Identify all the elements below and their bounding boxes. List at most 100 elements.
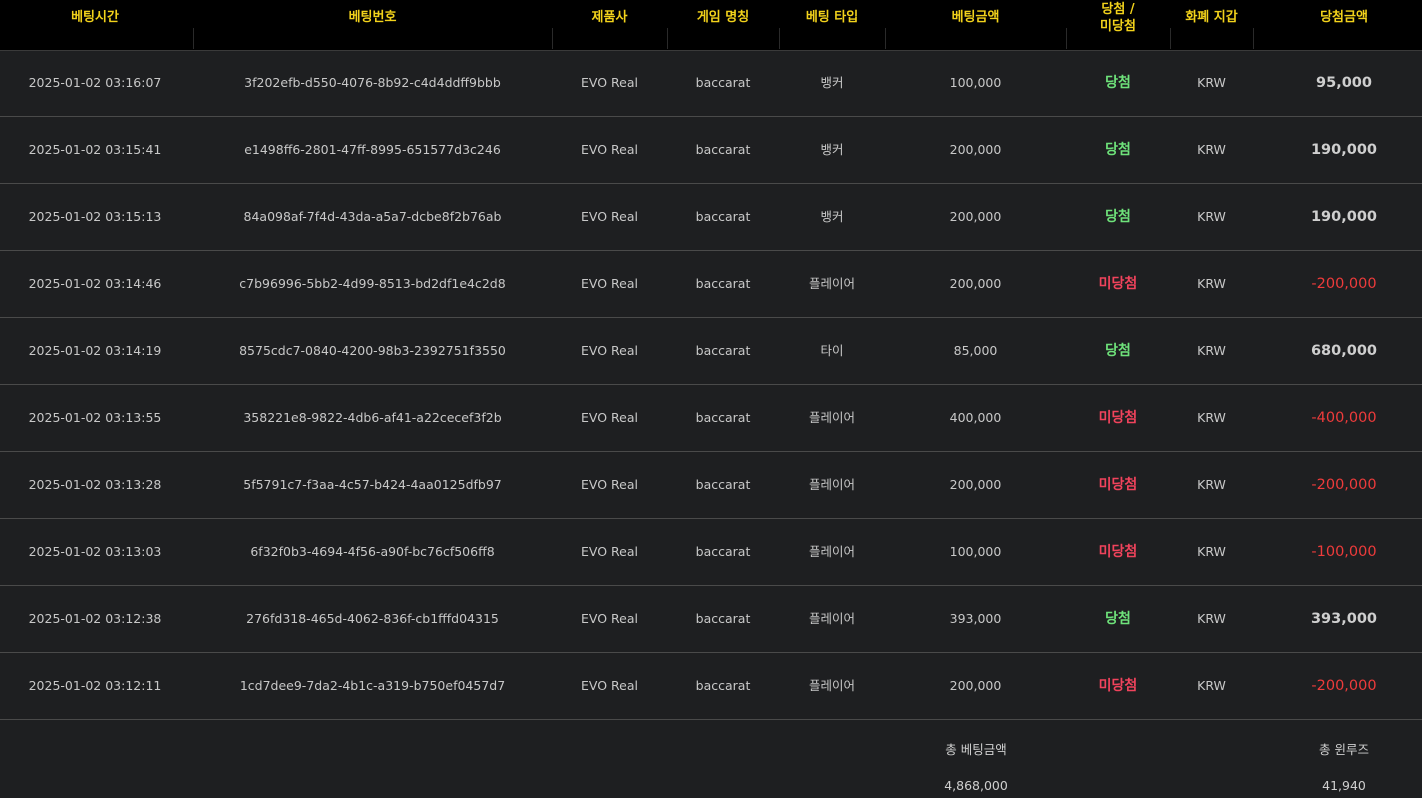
bet-type: 타이 xyxy=(820,343,844,358)
header-currency-label: 화폐 지갑 xyxy=(1185,10,1238,25)
header-game-name: 게임 명칭 xyxy=(667,0,779,49)
bet-amount: 100,000 xyxy=(949,75,1002,90)
header-divider xyxy=(552,28,553,49)
bet-time: 2025-01-02 03:13:03 xyxy=(28,544,162,559)
payout-amount: -200,000 xyxy=(1311,477,1377,493)
total-winloss-value: 41,940 xyxy=(1322,778,1366,793)
summary-footer: 총 베팅금액 4,868,000 총 윈루즈 41,940 xyxy=(0,720,1422,798)
bet-id: 358221e8-9822-4db6-af41-a22cecef3f2b xyxy=(243,410,502,425)
bet-amount: 400,000 xyxy=(949,410,1002,425)
payout-amount: 190,000 xyxy=(1310,142,1378,158)
table-row: 2025-01-02 03:14:46 c7b96996-5bb2-4d99-85… xyxy=(0,251,1422,318)
vendor: EVO Real xyxy=(581,410,638,425)
header-bet-id-label: 베팅번호 xyxy=(348,10,397,25)
bet-type: 뱅커 xyxy=(820,75,844,90)
bet-type: 뱅커 xyxy=(820,142,844,157)
currency: KRW xyxy=(1197,75,1226,90)
bet-amount: 200,000 xyxy=(949,142,1002,157)
game-name: baccarat xyxy=(695,611,751,626)
bet-time: 2025-01-02 03:13:55 xyxy=(28,410,162,425)
currency: KRW xyxy=(1197,678,1226,693)
result-badge: 당첨 xyxy=(1105,142,1131,158)
payout-amount: 190,000 xyxy=(1310,209,1378,225)
bet-table-body: 2025-01-02 03:16:07 3f202efb-d550-4076-8b… xyxy=(0,50,1422,720)
game-name: baccarat xyxy=(695,142,751,157)
currency: KRW xyxy=(1197,343,1226,358)
table-row: 2025-01-02 03:15:13 84a098af-7f4d-43da-a5… xyxy=(0,184,1422,251)
table-row: 2025-01-02 03:16:07 3f202efb-d550-4076-8b… xyxy=(0,50,1422,117)
result-badge: 당첨 xyxy=(1105,611,1131,627)
game-name: baccarat xyxy=(695,678,751,693)
result-badge: 미당첨 xyxy=(1098,276,1138,292)
game-name: baccarat xyxy=(695,209,751,224)
bet-id: e1498ff6-2801-47ff-8995-651577d3c246 xyxy=(244,142,501,157)
vendor: EVO Real xyxy=(581,142,638,157)
bet-id: 6f32f0b3-4694-4f56-a90f-bc76cf506ff8 xyxy=(250,544,495,559)
bet-type: 뱅커 xyxy=(820,209,844,224)
currency: KRW xyxy=(1197,209,1226,224)
bet-type: 플레이어 xyxy=(808,477,855,492)
result-badge: 미당첨 xyxy=(1098,678,1138,694)
header-bet-type-label: 베팅 타입 xyxy=(805,10,859,25)
currency: KRW xyxy=(1197,477,1226,492)
game-name: baccarat xyxy=(695,276,751,291)
vendor: EVO Real xyxy=(581,678,638,693)
header-bet-time: 베팅시간 xyxy=(0,0,190,49)
bet-time: 2025-01-02 03:15:41 xyxy=(28,142,162,157)
game-name: baccarat xyxy=(695,544,751,559)
header-divider xyxy=(1066,28,1067,49)
header-bet-type: 베팅 타입 xyxy=(779,0,885,49)
vendor: EVO Real xyxy=(581,343,638,358)
bet-amount: 100,000 xyxy=(949,544,1002,559)
bet-id: 276fd318-465d-4062-836f-cb1fffd04315 xyxy=(246,611,499,626)
table-row: 2025-01-02 03:13:55 358221e8-9822-4db6-af… xyxy=(0,385,1422,452)
header-result-label-line2: 미당첨 xyxy=(1100,19,1136,34)
table-row: 2025-01-02 03:15:41 e1498ff6-2801-47ff-89… xyxy=(0,117,1422,184)
table-row: 2025-01-02 03:13:28 5f5791c7-f3aa-4c57-b4… xyxy=(0,452,1422,519)
payout-amount: 393,000 xyxy=(1310,611,1378,627)
game-name: baccarat xyxy=(695,343,751,358)
bet-amount: 85,000 xyxy=(953,343,998,358)
game-name: baccarat xyxy=(695,75,751,90)
bet-time: 2025-01-02 03:16:07 xyxy=(28,75,162,90)
bet-id: 3f202efb-d550-4076-8b92-c4d4ddff9bbb xyxy=(244,75,501,90)
total-bet-value: 4,868,000 xyxy=(944,778,1008,793)
bet-id: 8575cdc7-0840-4200-98b3-2392751f3550 xyxy=(239,343,506,358)
header-divider xyxy=(667,28,668,49)
vendor: EVO Real xyxy=(581,209,638,224)
total-bet-label: 총 베팅금액 xyxy=(945,742,1007,757)
currency: KRW xyxy=(1197,142,1226,157)
bet-time: 2025-01-02 03:13:28 xyxy=(28,477,162,492)
header-vendor: 제품사 xyxy=(552,0,667,49)
result-badge: 당첨 xyxy=(1105,343,1131,359)
header-divider xyxy=(1170,28,1171,49)
table-row: 2025-01-02 03:12:38 276fd318-465d-4062-83… xyxy=(0,586,1422,653)
bet-type: 플레이어 xyxy=(808,410,855,425)
payout-amount: -200,000 xyxy=(1311,276,1377,292)
header-bet-time-label: 베팅시간 xyxy=(71,10,119,25)
header-vendor-label: 제품사 xyxy=(591,10,628,25)
game-name: baccarat xyxy=(695,410,751,425)
table-row: 2025-01-02 03:12:11 1cd7dee9-7da2-4b1c-a3… xyxy=(0,653,1422,720)
header-payout: 당첨금액 xyxy=(1253,0,1422,49)
header-result: 당첨 / 미당첨 xyxy=(1066,0,1170,49)
bet-time: 2025-01-02 03:12:38 xyxy=(28,611,162,626)
header-bet-id: 베팅번호 xyxy=(193,0,552,49)
bet-amount: 200,000 xyxy=(949,477,1002,492)
header-game-name-label: 게임 명칭 xyxy=(696,10,750,25)
bet-history-page: 베팅시간 베팅번호 제품사 게임 명칭 베팅 타입 베팅금액 당첨 / 미당첨 화폐 지갑 당첨금… xyxy=(0,0,1422,798)
bet-amount: 200,000 xyxy=(949,678,1002,693)
vendor: EVO Real xyxy=(581,75,638,90)
result-badge: 미당첨 xyxy=(1098,477,1138,493)
bet-time: 2025-01-02 03:12:11 xyxy=(28,678,162,693)
header-bet-amount-label: 베팅금액 xyxy=(951,10,1000,25)
bet-type: 플레이어 xyxy=(808,276,855,291)
vendor: EVO Real xyxy=(581,276,638,291)
bet-amount: 200,000 xyxy=(949,209,1002,224)
table-row: 2025-01-02 03:13:03 6f32f0b3-4694-4f56-a9… xyxy=(0,519,1422,586)
header-currency: 화폐 지갑 xyxy=(1170,0,1253,49)
header-payout-label: 당첨금액 xyxy=(1320,10,1368,25)
header-divider xyxy=(1253,28,1254,49)
result-badge: 미당첨 xyxy=(1098,410,1138,426)
total-winloss-label: 총 윈루즈 xyxy=(1319,742,1369,757)
